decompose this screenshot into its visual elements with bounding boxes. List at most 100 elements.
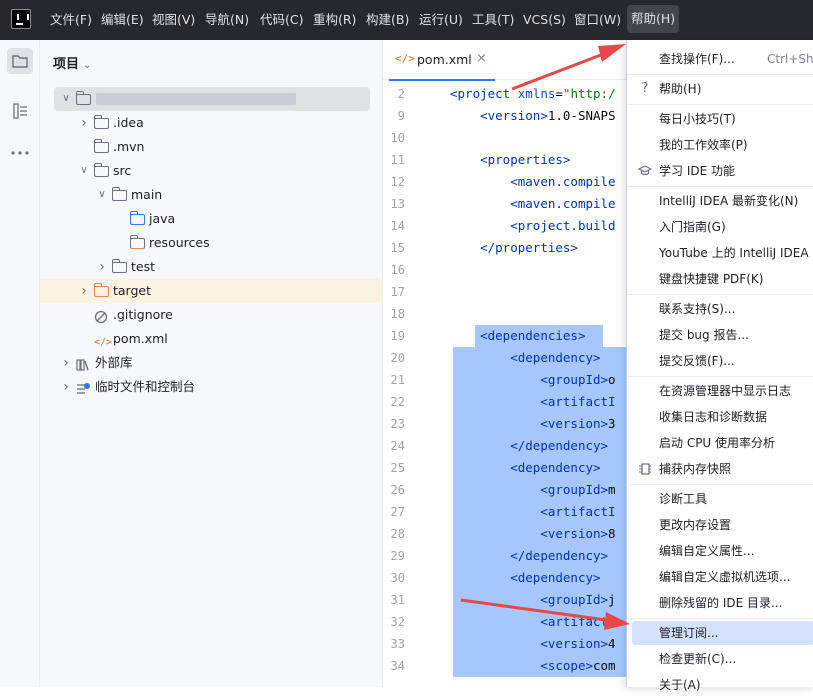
menu-item-4[interactable]: 代码(C) (260, 0, 303, 40)
code-line[interactable]: <scope>com (450, 655, 615, 677)
menu-item-11[interactable]: 帮助(H) (627, 5, 680, 33)
menu-item-3[interactable]: 导航(N) (205, 0, 249, 40)
tree-row-resources[interactable]: resources (40, 231, 383, 255)
chevron-down-icon[interactable]: ∨ (60, 87, 72, 111)
help-menu-item-9[interactable]: 入门指南(G) (628, 215, 813, 239)
help-menu-item-8[interactable]: IntelliJ IDEA 最新变化(N) (628, 189, 813, 213)
line-number: 32 (390, 615, 405, 629)
chevron-right-icon[interactable]: › (60, 375, 72, 399)
tree-row-src[interactable]: ∨ src (40, 159, 383, 183)
code-line[interactable]: <version>3 (450, 413, 615, 435)
code-line[interactable]: <maven.compile (450, 193, 615, 215)
more-tools-button[interactable] (7, 140, 33, 166)
code-line[interactable]: <groupId>o (450, 369, 615, 391)
help-menu-item-30[interactable]: 关于(A) (628, 673, 813, 697)
code-line[interactable]: <project xmlns="http:/ (450, 83, 616, 105)
code-line[interactable]: <dependency> (450, 347, 600, 369)
help-menu-item-17[interactable]: 在资源管理器中显示日志 (628, 379, 813, 403)
intellij-logo-icon[interactable] (11, 9, 31, 29)
help-menu-item-label: 编辑自定义虚拟机选项... (659, 570, 791, 584)
tree-row-idea[interactable]: › .idea (40, 111, 383, 135)
menu-item-10[interactable]: 窗口(W) (574, 0, 621, 40)
tree-row-item12[interactable]: › 临时文件和控制台 (40, 375, 383, 399)
code-line[interactable]: <version>8 (450, 523, 615, 545)
line-number: 22 (390, 395, 405, 409)
code-line[interactable]: <dependency> (450, 457, 600, 479)
code-line[interactable]: </dependency> (450, 545, 608, 567)
chevron-right-icon[interactable]: › (78, 279, 90, 303)
tab-pom-xml[interactable]: </> pom.xml × (383, 40, 495, 81)
help-menu-item-22[interactable]: 诊断工具 (628, 487, 813, 511)
tree-row-item11[interactable]: › 外部库 (40, 351, 383, 375)
help-menu-item-23[interactable]: 更改内存设置 (628, 513, 813, 537)
menu-item-2[interactable]: 视图(V) (152, 0, 195, 40)
chevron-right-icon[interactable]: › (60, 351, 72, 375)
help-menu-item-25[interactable]: 编辑自定义虚拟机选项... (628, 565, 813, 589)
chevron-down-icon[interactable]: ∨ (96, 183, 108, 207)
help-menu-item-28[interactable]: 管理订阅... (632, 621, 813, 645)
code-line[interactable]: <artifactI (450, 501, 615, 523)
menu-item-5[interactable]: 重构(R) (313, 0, 356, 40)
main-menubar: 文件(F) 编辑(E) 视图(V) 导航(N) 代码(C) 重构(R) 构建(B) 运行(U)… (0, 0, 813, 40)
help-menu-item-19[interactable]: 启动 CPU 使用率分析 (628, 431, 813, 455)
tool-window-strip (0, 40, 40, 687)
menu-item-7[interactable]: 运行(U) (419, 0, 463, 40)
tree-row-target[interactable]: › target (40, 279, 383, 303)
menu-item-0[interactable]: 文件(F) (50, 0, 92, 40)
help-menu-item-18[interactable]: 收集日志和诊断数据 (628, 405, 813, 429)
tree-row-test[interactable]: › test (40, 255, 383, 279)
chevron-down-icon[interactable]: ∨ (78, 159, 90, 183)
close-icon[interactable]: × (476, 51, 487, 66)
help-question-icon: ? (641, 81, 649, 96)
structure-tool-button[interactable] (7, 98, 33, 124)
tree-row-module-root[interactable]: ∨ (54, 87, 370, 111)
tree-row-label: .gitignore (113, 307, 173, 322)
code-line[interactable]: <artifactI (450, 391, 615, 413)
code-line[interactable]: <dependencies> (450, 325, 585, 347)
tree-row-label: main (131, 187, 163, 202)
tree-row-pomxml[interactable]: </> pom.xml (40, 327, 383, 351)
code-line[interactable]: <properties> (450, 149, 570, 171)
help-menu-item-29[interactable]: 检查更新(C)... (628, 647, 813, 671)
help-menu-item-13[interactable]: 联系支持(S)... (628, 297, 813, 321)
project-tool-button[interactable] (7, 48, 33, 74)
folder-icon (94, 283, 109, 297)
chevron-right-icon[interactable]: › (78, 111, 90, 135)
code-line[interactable]: <project.build (450, 215, 615, 237)
menu-item-8[interactable]: 工具(T) (472, 0, 514, 40)
chevron-right-icon[interactable]: › (96, 255, 108, 279)
tree-row-label: src (113, 163, 132, 178)
code-line[interactable]: <maven.compile (450, 171, 615, 193)
code-line[interactable]: <artifactI (450, 611, 615, 633)
folder-icon (112, 259, 127, 273)
help-menu-item-label: 启动 CPU 使用率分析 (659, 436, 776, 450)
code-line[interactable]: <version>4 (450, 633, 615, 655)
help-menu-item-5[interactable]: 我的工作效率(P) (628, 133, 813, 157)
menu-item-9[interactable]: VCS(S) (523, 0, 566, 40)
help-menu-item-20[interactable]: 捕获内存快照 (628, 457, 813, 481)
help-menu-item-4[interactable]: 每日小技巧(T) (628, 107, 813, 131)
tree-row-java[interactable]: java (40, 207, 383, 231)
help-menu-item-14[interactable]: 提交 bug 报告... (628, 323, 813, 347)
tree-row-main[interactable]: ∨ main (40, 183, 383, 207)
help-menu-item-2[interactable]: ? 帮助(H) (628, 77, 813, 101)
help-menu-item-15[interactable]: 提交反馈(F)... (628, 349, 813, 373)
menu-item-1[interactable]: 编辑(E) (101, 0, 144, 40)
tree-row-gitignore[interactable]: .gitignore (40, 303, 383, 327)
code-line[interactable]: </dependency> (450, 435, 608, 457)
help-menu-item-26[interactable]: 删除残留的 IDE 目录... (628, 591, 813, 615)
help-menu-item-6[interactable]: 学习 IDE 功能 (628, 159, 813, 183)
help-menu-item-0[interactable]: 查找操作(F)... Ctrl+Shi (628, 47, 813, 71)
project-panel-title[interactable]: 项目 ⌄ (53, 53, 91, 72)
help-menu-item-10[interactable]: YouTube 上的 IntelliJ IDEA (628, 241, 813, 265)
menu-item-6[interactable]: 构建(B) (366, 0, 409, 40)
code-line[interactable]: <groupId>m (450, 479, 615, 501)
tree-row-mvn[interactable]: .mvn (40, 135, 383, 159)
code-line[interactable]: <dependency> (450, 567, 600, 589)
help-menu-item-11[interactable]: 键盘快捷键 PDF(K) (628, 267, 813, 291)
help-menu-item-24[interactable]: 编辑自定义属性... (628, 539, 813, 563)
code-line[interactable]: <version>1.0-SNAPS (450, 105, 615, 127)
code-line[interactable]: </properties> (450, 237, 578, 259)
code-line[interactable]: <groupId>j (450, 589, 615, 611)
line-number: 24 (390, 439, 405, 453)
